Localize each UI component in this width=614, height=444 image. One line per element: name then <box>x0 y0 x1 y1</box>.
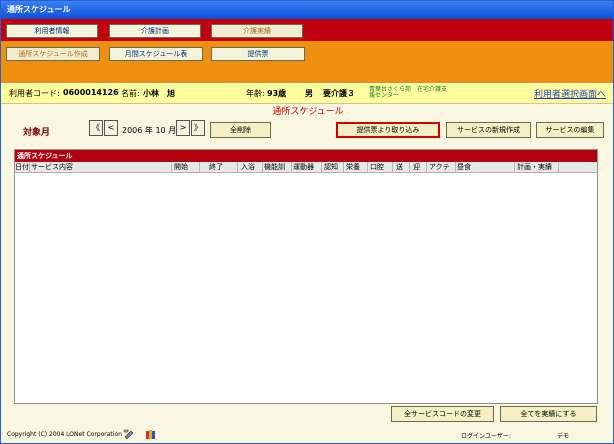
month-value: 10 <box>155 126 166 135</box>
screen-title: 通所スケジュール <box>272 107 344 117</box>
facility-name: 青葉台さくら苑 在宅介護支 援センター <box>369 87 447 99</box>
schedule-panel-title: 通所スケジュール <box>15 150 597 162</box>
col-pickup: 迎 <box>410 162 427 173</box>
col-service: サービス内容 <box>30 162 172 173</box>
nav-provision-sheet-button[interactable]: 提供票 <box>211 47 305 61</box>
mark-all-actual-button[interactable]: 全てを実績にする <box>500 406 597 422</box>
col-oral: 口腔 <box>368 162 393 173</box>
user-name: 小林 旭 <box>143 89 175 98</box>
col-plan-actual: 計画・実績 <box>515 162 559 173</box>
nav-monthly-schedule-button[interactable]: 月間スケジュール表 <box>109 47 203 61</box>
user-sex: 男 <box>305 89 313 98</box>
status-bar: Copyright (C) 2004 LONet Corporation ログイ… <box>1 425 613 443</box>
delete-all-button[interactable]: 全削除 <box>210 122 271 138</box>
books-icon[interactable] <box>145 428 157 440</box>
col-motor: 運動器 <box>292 162 322 173</box>
facility-name-line2: 援センター <box>369 92 400 99</box>
col-lunch: 昼食 <box>456 162 515 173</box>
next-month-button[interactable]: > <box>176 120 190 136</box>
prev-year-button[interactable]: 《 <box>89 120 103 136</box>
col-date: 日付 <box>15 162 30 173</box>
col-bath: 入浴 <box>238 162 263 173</box>
nav-user-info-button[interactable]: 利用者情報 <box>6 24 98 38</box>
nav-care-results-button[interactable]: 介護実績 <box>211 24 303 38</box>
new-service-button[interactable]: サービスの新規作成 <box>446 122 531 138</box>
col-start: 開始 <box>172 162 200 173</box>
col-send: 送 <box>393 162 410 173</box>
col-activity: アクテ <box>427 162 456 173</box>
window-title: 通所スケジュール <box>1 1 613 19</box>
app-window: 通所スケジュール 利用者情報 介護計画 介護実績 通所スケジュール作成 月間スケ… <box>0 0 614 444</box>
schedule-header-row: 日付 サービス内容 開始 終了 入浴 機能訓 運動器 認知 栄養 口腔 送 迎 … <box>15 162 597 173</box>
user-code: 0600014126 <box>63 88 119 97</box>
col-end: 終了 <box>200 162 238 173</box>
user-select-link[interactable]: 利用者選択画面へ <box>534 87 606 100</box>
nav-care-plan-button[interactable]: 介護計画 <box>109 24 201 38</box>
col-nutrition: 栄養 <box>344 162 368 173</box>
care-level: 要介護３ <box>323 89 355 98</box>
change-all-codes-button[interactable]: 全サービスコードの変更 <box>391 406 494 422</box>
nav-row-primary: 利用者情報 介護計画 介護実績 <box>1 19 613 41</box>
user-code-label: 利用者コード: <box>9 89 60 98</box>
login-user-label: ログインユーザー: <box>461 433 511 440</box>
year-value: 2006 <box>122 126 143 135</box>
nav-schedule-create-button[interactable]: 通所スケジュール作成 <box>6 47 100 61</box>
year-unit: 年 <box>144 126 153 135</box>
next-year-button[interactable]: 》 <box>191 120 205 136</box>
target-month-label: 対象月 <box>23 128 51 138</box>
phone-icon[interactable] <box>123 428 135 440</box>
month-display: 2006 年 10 月 <box>122 125 176 136</box>
prev-month-button[interactable]: < <box>104 120 118 136</box>
schedule-panel: 通所スケジュール 日付 サービス内容 開始 終了 入浴 機能訓 運動器 認知 栄… <box>14 149 598 404</box>
col-cognitive: 認知 <box>322 162 344 173</box>
login-user-name: デモ <box>557 433 570 440</box>
user-age: 93歳 <box>267 89 287 98</box>
age-label: 年齢: <box>246 89 265 98</box>
import-from-sheet-button[interactable]: 提供票より取り込み <box>336 122 440 138</box>
user-info-bar: 利用者コード: 0600014126 名前: 小林 旭 年齢: 93歳 男 要介… <box>1 84 613 104</box>
month-unit: 月 <box>168 126 177 135</box>
copyright-text: Copyright (C) 2004 LONet Corporation <box>7 431 122 438</box>
name-label: 名前: <box>121 89 140 98</box>
main-navigation: 利用者情報 介護計画 介護実績 通所スケジュール作成 月間スケジュール表 提供票 <box>1 19 613 83</box>
col-function-training: 機能訓 <box>263 162 292 173</box>
edit-service-button[interactable]: サービスの編集 <box>536 122 604 138</box>
